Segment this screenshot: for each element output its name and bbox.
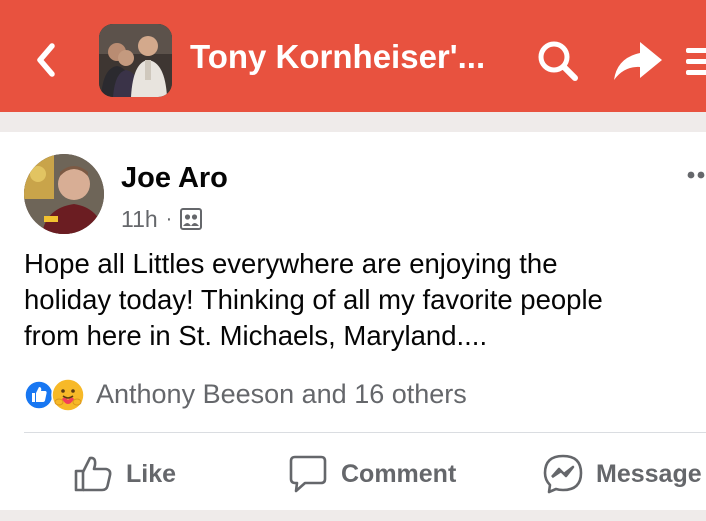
share-button[interactable] bbox=[610, 38, 664, 84]
comment-bubble-icon bbox=[289, 455, 327, 493]
post-card: Joe Aro 11h · Hope all Littles everywher… bbox=[0, 132, 706, 510]
group-title[interactable]: Tony Kornheiser'... bbox=[190, 38, 510, 76]
post-author-name[interactable]: Joe Aro bbox=[121, 162, 228, 195]
author-avatar[interactable] bbox=[24, 154, 104, 234]
group-photo bbox=[99, 24, 172, 97]
comment-button-label: Comment bbox=[341, 459, 457, 488]
feed-separator bbox=[0, 112, 706, 132]
author-photo bbox=[24, 154, 104, 234]
post-text-line: from here in St. Michaels, Maryland.... bbox=[24, 320, 488, 351]
post-text-line: Hope all Littles everywhere are enjoying… bbox=[24, 248, 558, 279]
actions-divider bbox=[24, 432, 706, 433]
post-text-line: holiday today! Thinking of all my favori… bbox=[24, 284, 603, 315]
share-arrow-icon bbox=[614, 42, 662, 80]
search-button[interactable] bbox=[535, 38, 581, 84]
care-reaction-icon bbox=[51, 378, 85, 412]
group-header-bar: Tony Kornheiser'... bbox=[0, 0, 706, 112]
reaction-summary-text[interactable]: Anthony Beeson and 16 others bbox=[96, 379, 467, 410]
post-meta: 11h · bbox=[121, 205, 203, 233]
like-button[interactable]: Like bbox=[72, 450, 176, 498]
group-members-icon bbox=[180, 208, 203, 230]
feed-separator-bottom bbox=[0, 510, 706, 521]
group-cover-thumbnail[interactable] bbox=[99, 24, 172, 97]
post-body-text: Hope all Littles everywhere are enjoying… bbox=[24, 246, 694, 354]
thumbs-up-icon bbox=[74, 456, 112, 492]
back-button[interactable] bbox=[28, 36, 68, 84]
comment-button[interactable]: Comment bbox=[287, 450, 456, 498]
chevron-left-icon bbox=[37, 43, 55, 77]
messenger-icon bbox=[543, 454, 583, 494]
search-icon bbox=[538, 41, 578, 81]
message-button[interactable]: Message bbox=[542, 450, 702, 498]
post-options-button[interactable] bbox=[686, 168, 706, 180]
hamburger-menu-icon bbox=[686, 48, 706, 75]
reaction-icons bbox=[24, 376, 94, 412]
menu-button[interactable] bbox=[684, 42, 706, 80]
message-button-label: Message bbox=[596, 459, 702, 488]
more-options-icon bbox=[687, 171, 705, 179]
reactions-summary-row[interactable]: Anthony Beeson and 16 others bbox=[24, 375, 467, 413]
meta-separator: · bbox=[165, 207, 173, 230]
like-button-label: Like bbox=[126, 459, 177, 488]
post-timestamp[interactable]: 11h bbox=[121, 206, 158, 233]
